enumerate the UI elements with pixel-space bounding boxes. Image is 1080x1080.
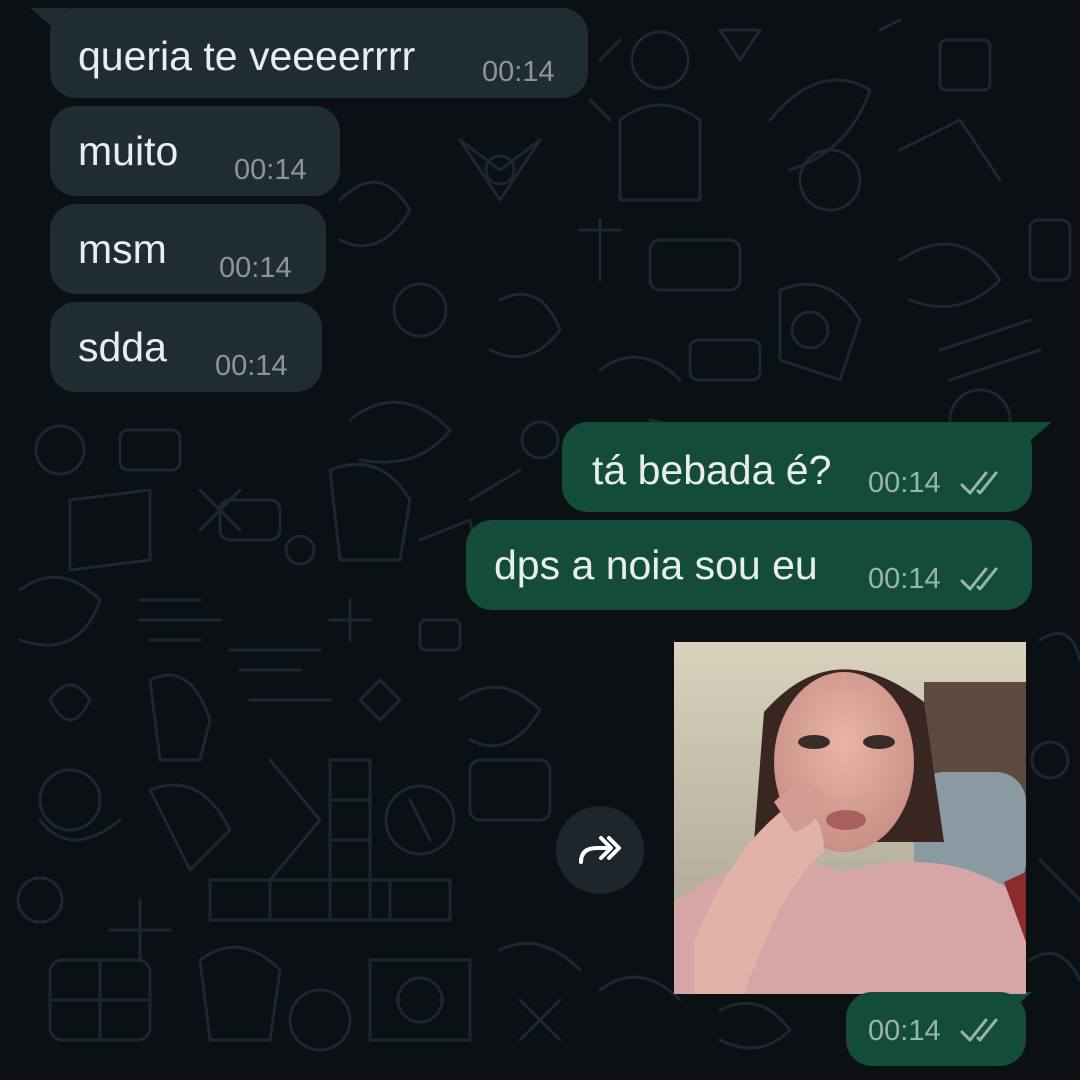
message-text: msm [78, 226, 167, 272]
message-text: queria te veeeerrrr [78, 33, 416, 79]
message-timestamp: 00:14 [482, 56, 555, 88]
message-text: dps a noia sou eu [494, 542, 818, 588]
double-check-icon [960, 1018, 998, 1042]
incoming-message[interactable]: sdda 00:14 [50, 302, 322, 392]
image-message[interactable] [674, 642, 1026, 994]
message-text: muito [78, 128, 179, 174]
message-timestamp: 00:14 [868, 563, 941, 595]
photo-of-woman [674, 642, 1026, 994]
outgoing-message[interactable]: tá bebada é? 00:14 [562, 422, 1032, 512]
forward-icon [579, 836, 621, 864]
message-timestamp: 00:14 [234, 154, 307, 186]
incoming-message[interactable]: msm 00:14 [50, 204, 326, 294]
message-timestamp: 00:14 [215, 350, 288, 382]
double-check-icon [960, 471, 998, 495]
forward-button[interactable] [556, 806, 644, 894]
message-timestamp: 00:14 [868, 467, 941, 499]
image-timestamp-bubble: 00:14 [846, 992, 1026, 1066]
double-check-icon [960, 567, 998, 591]
message-text: tá bebada é? [592, 447, 832, 493]
message-timestamp: 00:14 [219, 252, 292, 284]
incoming-message[interactable]: queria te veeeerrrr 00:14 [50, 8, 588, 98]
message-text: sdda [78, 324, 167, 370]
outgoing-message[interactable]: dps a noia sou eu 00:14 [466, 520, 1032, 610]
incoming-message[interactable]: muito 00:14 [50, 106, 340, 196]
message-timestamp: 00:14 [868, 1015, 941, 1047]
